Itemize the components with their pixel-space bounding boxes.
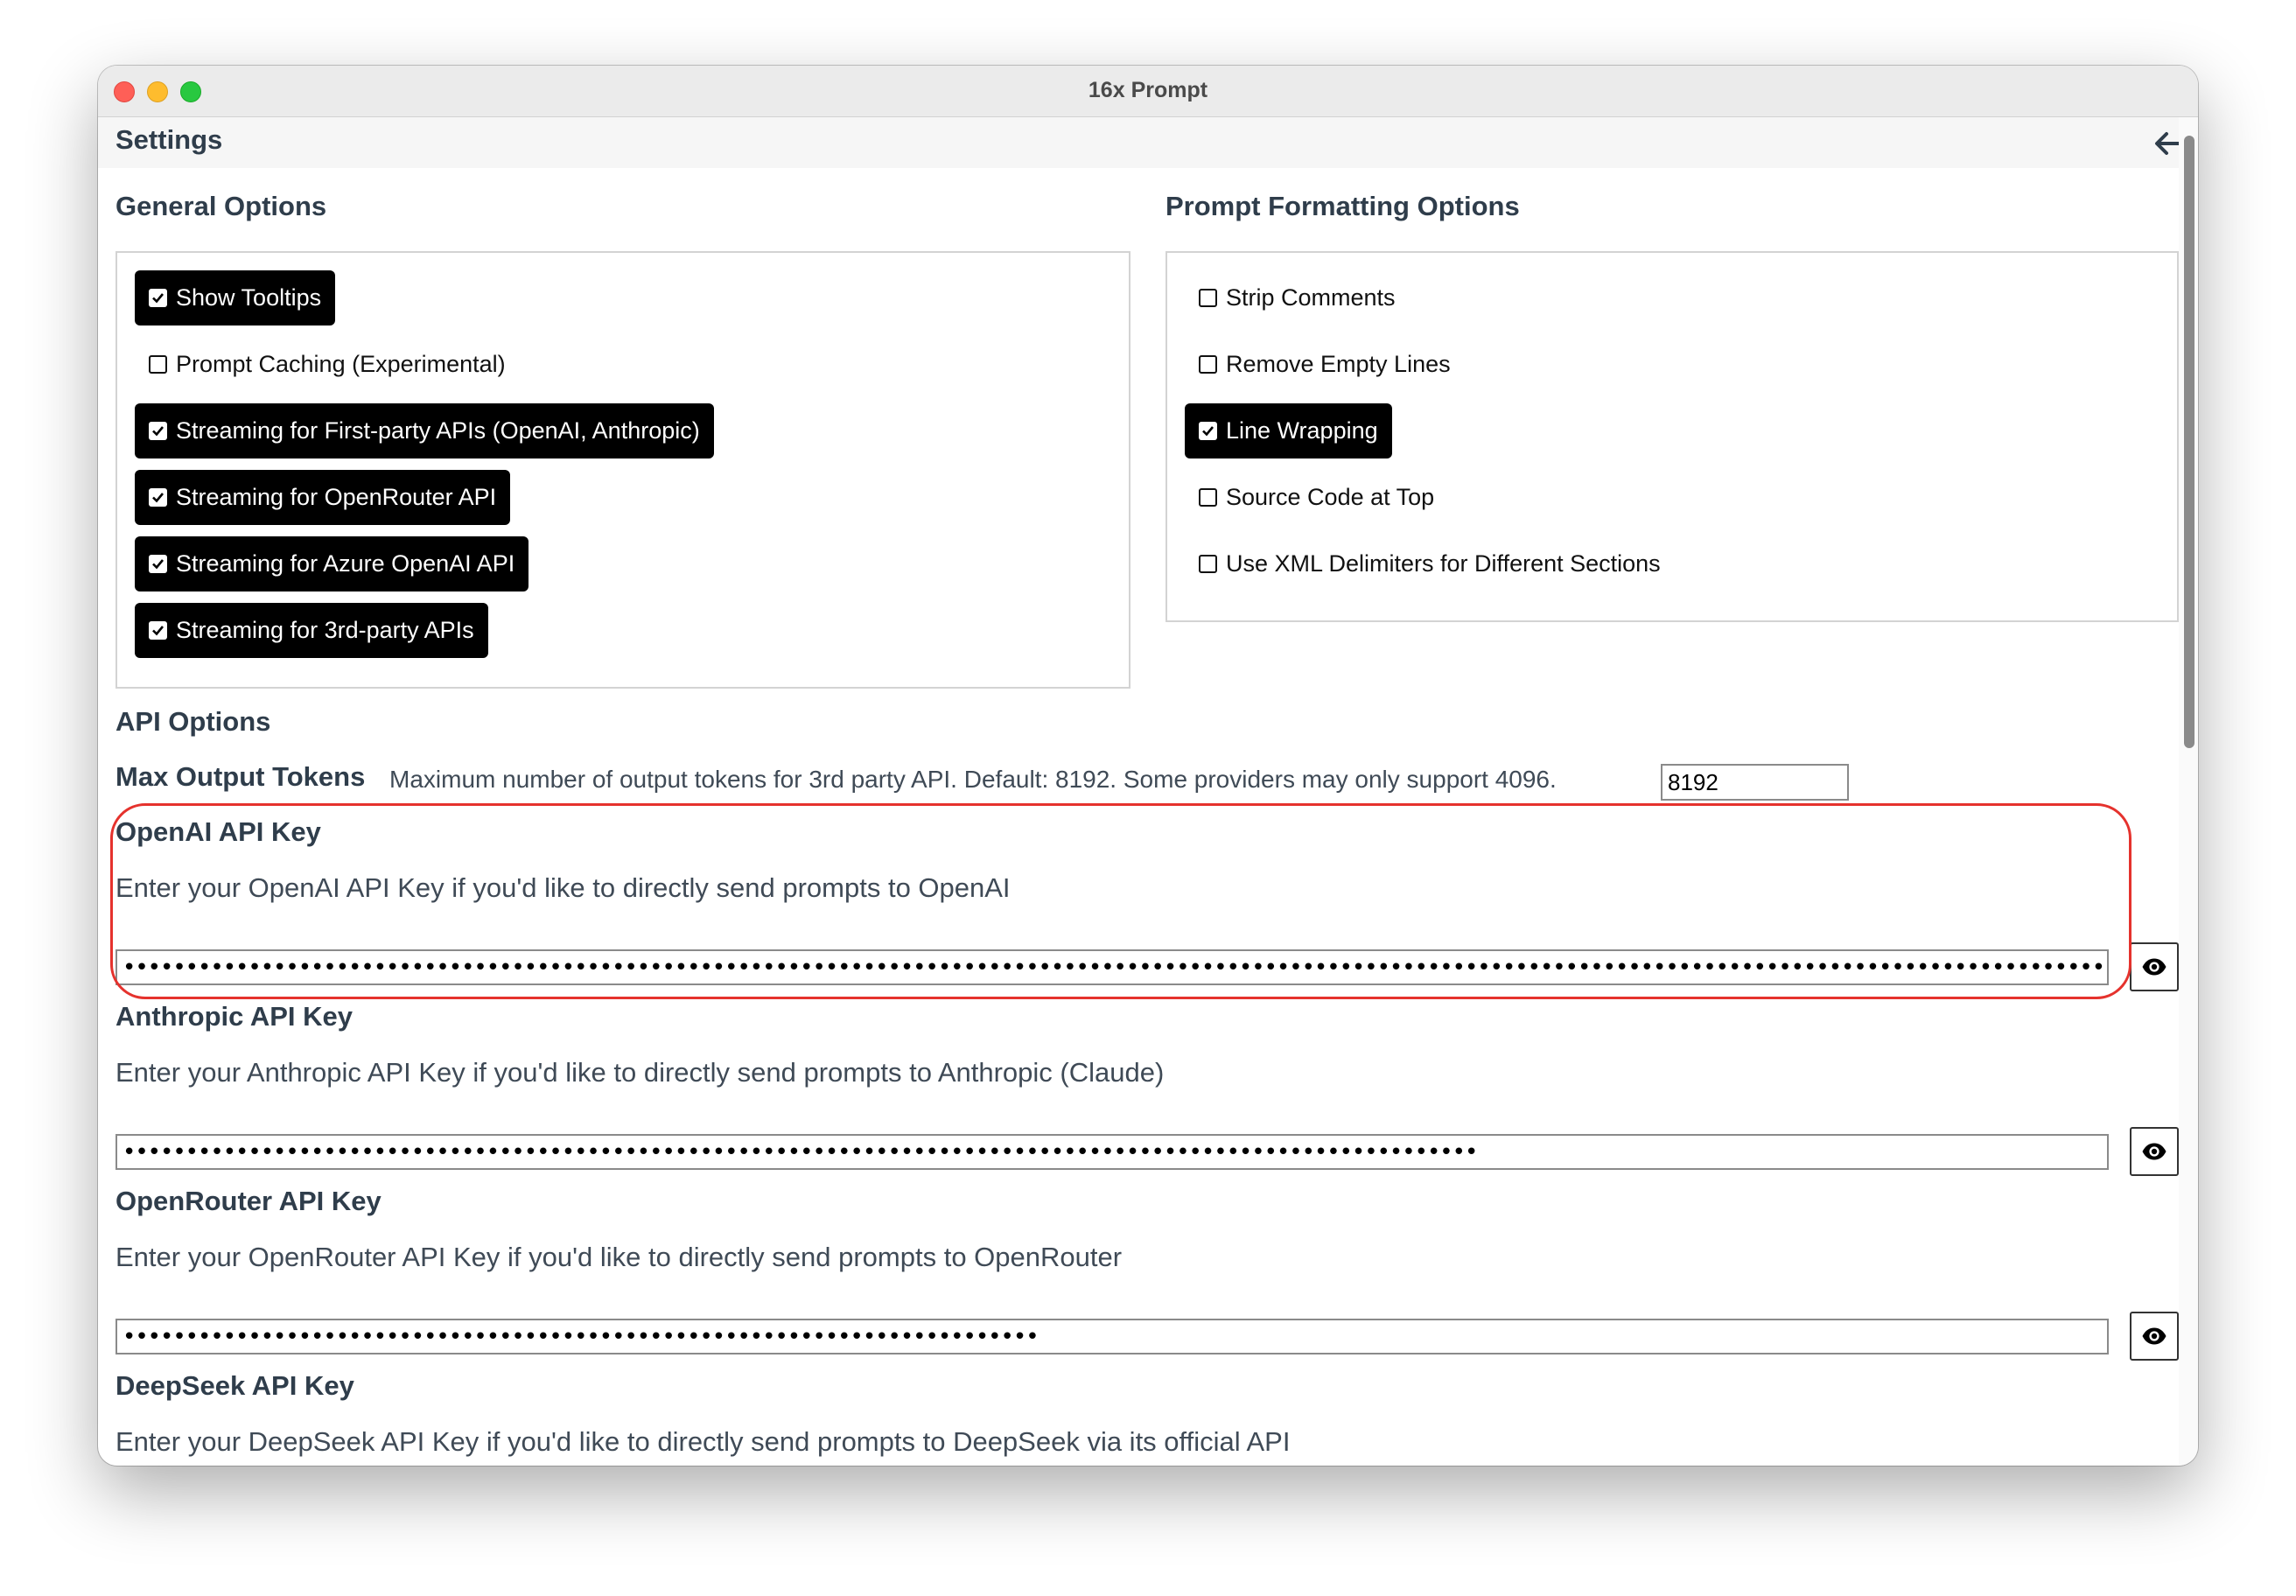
anthropic-key-description: Enter your Anthropic API Key if you'd li… [116,1057,1165,1088]
deepseek-key-description: Enter your DeepSeek API Key if you'd lik… [116,1426,1291,1457]
checkbox-checked-icon[interactable] [149,289,167,307]
option-label: Streaming for OpenRouter API [176,484,497,510]
anthropic-key-label: Anthropic API Key [116,1001,353,1032]
option-label: Use XML Delimiters for Different Section… [1226,550,1661,577]
option-line-wrapping[interactable]: Line Wrapping [1185,403,1392,458]
openrouter-key-input[interactable]: ••••••••••••••••••••••••••••••••••••••••… [116,1319,2109,1354]
option-source-code-at-top[interactable]: Source Code at Top [1185,470,1448,525]
option-streaming-azure[interactable]: Streaming for Azure OpenAI API [135,536,529,592]
option-label: Remove Empty Lines [1226,351,1451,377]
openrouter-key-visibility-button[interactable] [2130,1312,2179,1361]
option-label: Streaming for Azure OpenAI API [176,550,515,577]
option-show-tooltips[interactable]: Show Tooltips [135,270,336,326]
api-options-title: API Options [116,706,271,737]
openai-key-visibility-button[interactable] [2130,942,2179,991]
window-title: 16x Prompt [1088,78,1208,102]
general-options-title: General Options [116,191,327,221]
anthropic-key-input[interactable]: ••••••••••••••••••••••••••••••••••••••••… [116,1134,2109,1170]
app-window: 16x Prompt Settings General Options Show… [98,66,2198,1466]
checkbox-unchecked-icon[interactable] [1199,488,1217,507]
checkbox-checked-icon[interactable] [149,555,167,573]
eye-icon [2142,1143,2166,1160]
scrollbar-thumb[interactable] [2184,136,2194,748]
option-streaming-openrouter[interactable]: Streaming for OpenRouter API [135,470,511,525]
option-remove-empty-lines[interactable]: Remove Empty Lines [1185,337,1465,392]
checkbox-checked-icon[interactable] [149,422,167,440]
general-options-panel: Show Tooltips Prompt Caching (Experiment… [116,251,1130,689]
option-streaming-third-party[interactable]: Streaming for 3rd-party APIs [135,603,488,658]
checkbox-checked-icon[interactable] [1199,422,1217,440]
eye-icon [2142,1327,2166,1345]
option-label: Streaming for First-party APIs (OpenAI, … [176,417,700,444]
option-strip-comments[interactable]: Strip Comments [1185,270,1410,326]
title-bar: 16x Prompt [98,66,2198,117]
option-label: Streaming for 3rd-party APIs [176,617,474,643]
max-output-tokens-description: Maximum number of output tokens for 3rd … [389,766,1557,793]
openai-key-description: Enter your OpenAI API Key if you'd like … [116,872,1011,903]
checkbox-checked-icon[interactable] [149,621,167,640]
max-output-tokens-input[interactable]: 8192 [1661,764,1849,801]
option-xml-delimiters[interactable]: Use XML Delimiters for Different Section… [1185,536,1675,592]
openai-key-label: OpenAI API Key [116,816,321,847]
option-label: Show Tooltips [176,284,322,311]
deepseek-key-label: DeepSeek API Key [116,1370,354,1401]
checkbox-unchecked-icon[interactable] [1199,555,1217,573]
eye-icon [2142,958,2166,976]
option-label: Prompt Caching (Experimental) [176,351,506,377]
option-label: Line Wrapping [1226,417,1378,444]
page-title: Settings [116,124,223,155]
formatting-options-title: Prompt Formatting Options [1166,191,1520,221]
checkbox-unchecked-icon[interactable] [1199,355,1217,374]
anthropic-key-visibility-button[interactable] [2130,1127,2179,1176]
option-streaming-first-party[interactable]: Streaming for First-party APIs (OpenAI, … [135,403,714,458]
openrouter-key-description: Enter your OpenRouter API Key if you'd l… [116,1242,1123,1272]
openai-key-input[interactable]: ••••••••••••••••••••••••••••••••••••••••… [116,949,2109,985]
checkbox-unchecked-icon[interactable] [1199,289,1217,307]
max-output-tokens-label: Max Output Tokens [116,761,366,792]
checkbox-checked-icon[interactable] [149,488,167,507]
checkbox-unchecked-icon[interactable] [149,355,167,374]
option-prompt-caching[interactable]: Prompt Caching (Experimental) [135,337,520,392]
openrouter-key-label: OpenRouter API Key [116,1186,382,1216]
formatting-options-panel: Strip Comments Remove Empty Lines Line W… [1166,251,2179,622]
option-label: Strip Comments [1226,284,1396,311]
settings-header: Settings [98,117,2181,168]
option-label: Source Code at Top [1226,484,1435,510]
